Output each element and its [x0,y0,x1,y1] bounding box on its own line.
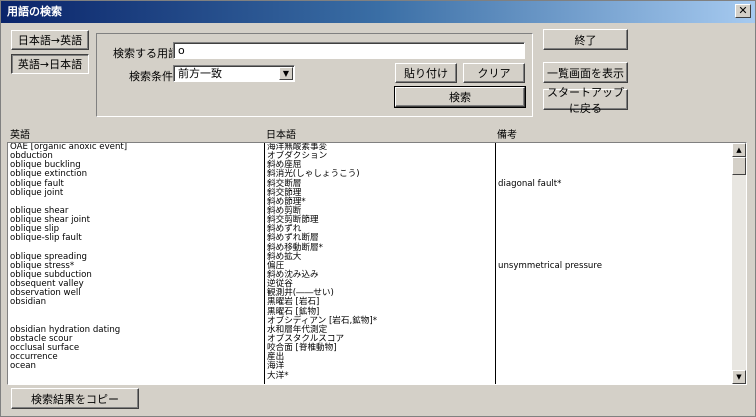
japanese-cell[interactable]: オブダクション [267,152,495,161]
notes-cell[interactable] [498,280,730,289]
notes-cell[interactable] [498,161,730,170]
english-cell[interactable] [10,308,264,317]
japanese-cell[interactable]: 斜め拡大 [267,252,495,262]
english-cell[interactable]: ocean [10,362,264,371]
scroll-down-icon[interactable]: ▼ [732,370,746,384]
japanese-cell[interactable]: 斜交断層 [267,179,495,189]
search-button[interactable]: 検索 [394,86,526,108]
notes-cell[interactable]: unsymmetrical pressure [498,261,730,271]
english-cell[interactable]: observation well [10,289,264,298]
title-bar: 用語の検索 ✕ [1,1,755,23]
search-window: 用語の検索 ✕ 日本語→英語 英語→日本語 検索する用語: o 検索条件: 前方… [0,0,756,417]
notes-cell[interactable] [498,335,730,344]
notes-cell[interactable] [498,344,730,353]
notes-cell[interactable] [498,298,730,307]
close-button[interactable]: ✕ [735,4,751,18]
notes-cell[interactable] [498,353,730,362]
ja-to-en-button[interactable]: 日本語→英語 [11,30,89,50]
notes-column: diagonal fault* unsymmetrical pressure [498,143,730,384]
paste-button[interactable]: 貼り付け [395,63,457,83]
english-cell[interactable]: oblique joint [10,188,264,198]
english-cell[interactable]: occurrence [10,353,264,362]
notes-cell[interactable] [498,362,730,371]
japanese-cell[interactable]: 咬合面 [脊椎動物] [267,344,495,353]
header-japanese: 日本語 [266,130,296,141]
notes-cell[interactable] [498,326,730,335]
back-to-startup-button[interactable]: スタートアップに戻る [543,86,628,115]
notes-cell[interactable] [498,152,730,161]
notes-cell[interactable] [498,216,730,225]
column-divider [495,143,496,384]
notes-cell[interactable] [498,189,730,198]
japanese-column: 海洋無酸素事変 オブダクション 斜め座屈 斜消光(しゃしょうこう) 斜交断層 斜交節理 斜め… [267,143,495,384]
notes-cell[interactable]: diagonal fault* [498,179,730,189]
notes-cell[interactable] [498,317,730,326]
scroll-up-icon[interactable]: ▲ [732,143,746,157]
search-panel: 検索する用語: o 検索条件: 前方一致 ▼ 貼り付け クリア 検索 [96,33,533,117]
copy-results-button[interactable]: 検索結果をコピー [11,388,139,409]
english-cell[interactable]: obsidian [10,298,264,307]
window-title: 用語の検索 [7,5,62,18]
column-divider [264,143,265,384]
english-column: OAE [organic anoxic event] obduction obliq… [10,143,264,384]
japanese-cell[interactable]: 産出 [267,353,495,362]
english-cell[interactable]: oblique-slip fault [10,234,264,243]
notes-cell[interactable] [498,372,730,381]
japanese-cell[interactable]: 海洋 [267,362,495,371]
dropdown-arrow-icon[interactable]: ▼ [279,67,293,80]
header-notes: 備考 [497,130,517,141]
en-to-ja-button[interactable]: 英語→日本語 [11,54,89,74]
results-list[interactable]: OAE [organic anoxic event] obduction obliq… [7,142,747,385]
english-cell[interactable] [10,372,264,381]
notes-cell[interactable] [498,308,730,317]
results-header: 英語 日本語 備考 [7,129,747,142]
list-view-button[interactable]: 一覧画面を表示 [543,62,628,83]
japanese-cell[interactable]: 大洋* [267,371,495,381]
japanese-cell[interactable]: 斜め沈み込み [267,270,495,280]
condition-label: 検索条件: [129,70,177,83]
notes-cell[interactable] [498,289,730,298]
search-term-input[interactable]: o [173,42,525,59]
notes-cell[interactable] [498,234,730,243]
japanese-cell[interactable]: 斜め移動断層* [267,243,495,253]
notes-cell[interactable] [498,271,730,280]
scroll-thumb[interactable] [732,157,746,175]
search-condition-select[interactable]: 前方一致 ▼ [173,65,295,82]
exit-button[interactable]: 終了 [543,29,628,50]
notes-cell[interactable] [498,244,730,253]
notes-cell[interactable] [498,225,730,234]
header-english: 英語 [10,130,30,141]
condition-value: 前方一致 [178,67,222,80]
japanese-cell[interactable]: 斜め節理* [267,197,495,207]
notes-cell[interactable] [498,207,730,216]
japanese-cell[interactable]: 斜交剪断節理 [267,216,495,225]
clear-button[interactable]: クリア [463,63,525,83]
notes-cell[interactable] [498,143,730,152]
japanese-cell[interactable]: 斜消光(しゃしょうこう) [267,170,495,179]
notes-cell[interactable] [498,198,730,207]
vertical-scrollbar[interactable]: ▲ ▼ [732,143,746,384]
